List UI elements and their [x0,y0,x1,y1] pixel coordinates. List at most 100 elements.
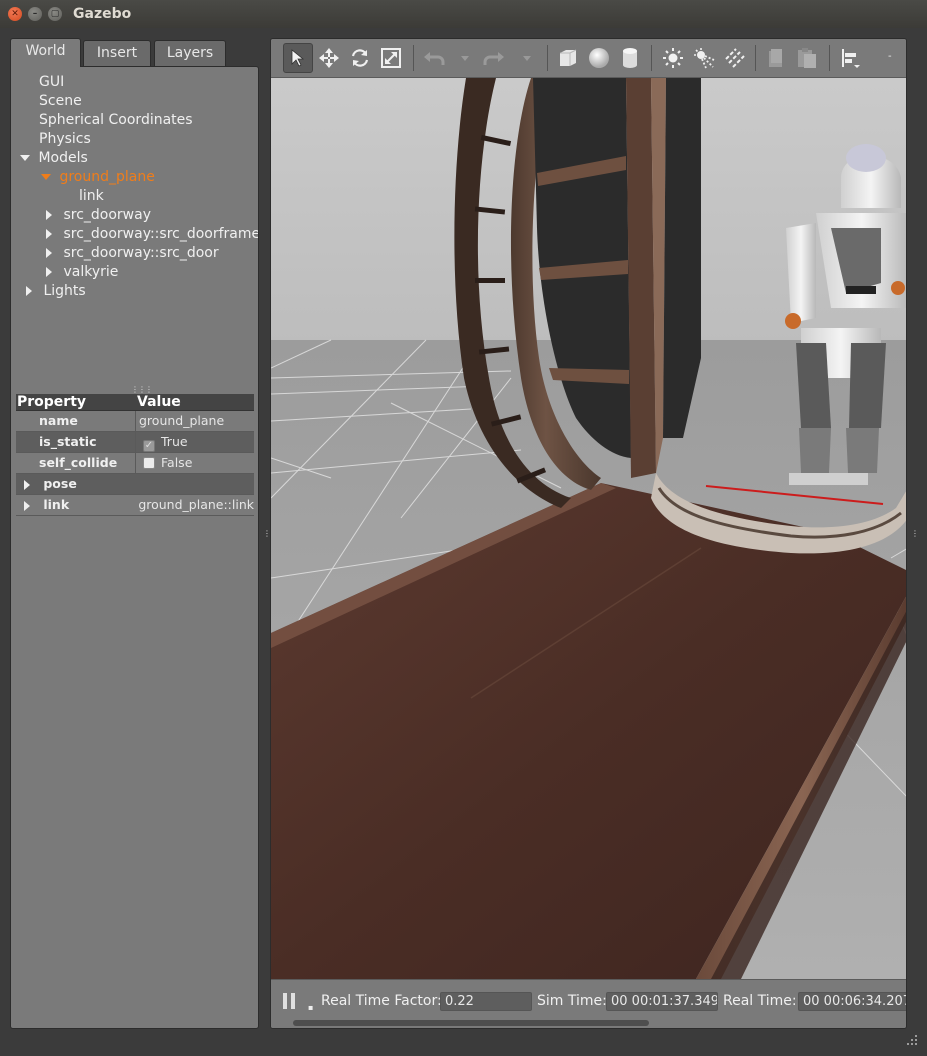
expand-right-icon[interactable] [46,267,52,277]
tree-item-label: src_doorway::src_door [63,245,219,261]
tree-item-src-doorframe[interactable]: src_doorway::src_doorframe [46,225,259,244]
property-row-self-collide[interactable]: self_collide False [16,453,254,474]
tree-item-valkyrie[interactable]: valkyrie [46,263,118,282]
world-panel: GUI Scene Spherical Coordinates Physics … [10,66,259,1029]
property-key: self_collide [16,453,136,473]
right-panel-resize-handle[interactable]: ⋮ [911,529,919,539]
expand-right-icon[interactable] [24,479,30,490]
tree-item-src-doorway[interactable]: src_doorway [46,206,151,225]
window-title: Gazebo [73,6,132,22]
expand-right-icon[interactable] [26,286,32,296]
rotate-icon[interactable] [345,43,375,73]
property-row-pose[interactable]: pose [16,474,254,495]
translate-icon[interactable] [314,43,344,73]
cylinder-icon[interactable] [615,43,645,73]
directional-light-icon[interactable] [720,43,750,73]
paste-icon[interactable] [792,43,822,73]
tree-item-spherical-coordinates[interactable]: Spherical Coordinates [39,111,193,130]
real-time-factor-field: 0.22 [440,992,532,1011]
minimize-window-icon[interactable]: – [28,7,42,21]
checkbox-unchecked-icon[interactable] [143,457,155,469]
close-window-icon[interactable]: ✕ [8,7,22,21]
redo-dropdown-icon[interactable] [523,56,531,61]
property-row-is-static[interactable]: is_static ✓ True [16,432,254,453]
property-key: is_static [16,432,136,452]
sphere-icon[interactable] [584,43,614,73]
tab-insert[interactable]: Insert [83,40,151,67]
header-value: Value [137,394,181,410]
property-key: pose [43,476,77,491]
render-panel: - ▪ Real Time Factor: 0.22 Sim Time: 00 … [270,38,907,1029]
expand-down-icon[interactable] [20,155,30,161]
toolbar: - [271,39,906,78]
expand-right-icon[interactable] [46,210,52,220]
tree-item-src-door[interactable]: src_doorway::src_door [46,244,219,263]
toolbar-separator [829,45,830,71]
scale-icon[interactable] [376,43,406,73]
real-time-label: Real Time: [723,993,797,1009]
expand-right-icon[interactable] [46,248,52,258]
undo-icon[interactable] [419,43,449,73]
toolbar-separator [651,45,652,71]
tree-item-ground-plane[interactable]: ground_plane [41,168,155,187]
step-icon[interactable]: ▪ [308,1003,313,1012]
tree-item-gui[interactable]: GUI [39,73,64,92]
real-time-field: 00 00:06:34.207 [798,992,906,1011]
tree-item-link[interactable]: link [79,187,104,206]
property-key: link [43,497,70,512]
tab-layers[interactable]: Layers [154,40,226,67]
tree-item-label: src_doorway::src_doorframe [63,226,259,242]
tree-item-scene[interactable]: Scene [39,92,82,111]
select-arrow-icon[interactable] [283,43,313,73]
undo-dropdown-icon[interactable] [461,56,469,61]
property-value: False [161,455,193,470]
pause-icon[interactable] [283,993,297,1009]
header-property: Property [17,394,87,410]
checkbox-checked-icon[interactable]: ✓ [143,440,155,452]
property-value[interactable]: ground_plane::link [135,495,254,515]
property-key-cell: link [16,495,135,515]
property-value-cell: False [136,453,254,473]
property-key: name [16,411,136,431]
tree-item-label: Models [38,150,88,166]
property-value-cell: ✓ True [136,432,254,452]
property-row-link[interactable]: link ground_plane::link [16,495,254,516]
expand-down-icon[interactable] [41,174,51,180]
spot-light-icon[interactable] [689,43,719,73]
property-value: True [161,434,188,449]
expand-right-icon[interactable] [46,229,52,239]
tree-item-label: ground_plane [59,169,155,185]
toolbar-separator [755,45,756,71]
redo-icon[interactable] [479,43,509,73]
tree-item-models[interactable]: Models [20,149,88,168]
property-row-name[interactable]: name ground_plane [16,411,254,432]
property-value[interactable]: ground_plane [136,411,254,431]
tree-item-lights[interactable]: Lights [26,282,86,301]
tree-item-label: src_doorway [63,207,151,223]
toolbar-separator [547,45,548,71]
align-icon[interactable] [835,43,865,73]
property-key-cell: pose [16,474,254,494]
scene-viewport[interactable] [271,78,906,979]
toolbar-overflow-icon[interactable]: - [888,51,892,62]
toolbar-separator [413,45,414,71]
copy-icon[interactable] [761,43,791,73]
tree-item-physics[interactable]: Physics [39,130,91,149]
status-bar: ▪ Real Time Factor: 0.22 Sim Time: 00 00… [271,979,906,1028]
box-icon[interactable] [553,43,583,73]
tree-item-label: valkyrie [63,264,119,280]
expand-right-icon[interactable] [24,500,30,511]
sim-time-field: 00 00:01:37.349 [606,992,718,1011]
tree-item-label: Lights [43,283,86,299]
resize-grip-icon[interactable] [906,1034,918,1046]
maximize-window-icon[interactable]: ▢ [48,7,62,21]
left-panel-resize-handle[interactable]: ⋮ [263,529,271,539]
property-table: Property Value name ground_plane is_stat… [16,394,254,516]
horizontal-scrollbar[interactable] [293,1020,649,1026]
splitter-handle-icon[interactable]: ⋮⋮⋮ [131,386,153,394]
real-time-factor-label: Real Time Factor: [321,993,442,1009]
point-light-icon[interactable] [658,43,688,73]
scene-render [271,78,906,979]
tab-world[interactable]: World [10,38,81,67]
gazebo-window: ✕ – ▢ Gazebo World Insert Layers GUI Sce… [0,0,927,1056]
